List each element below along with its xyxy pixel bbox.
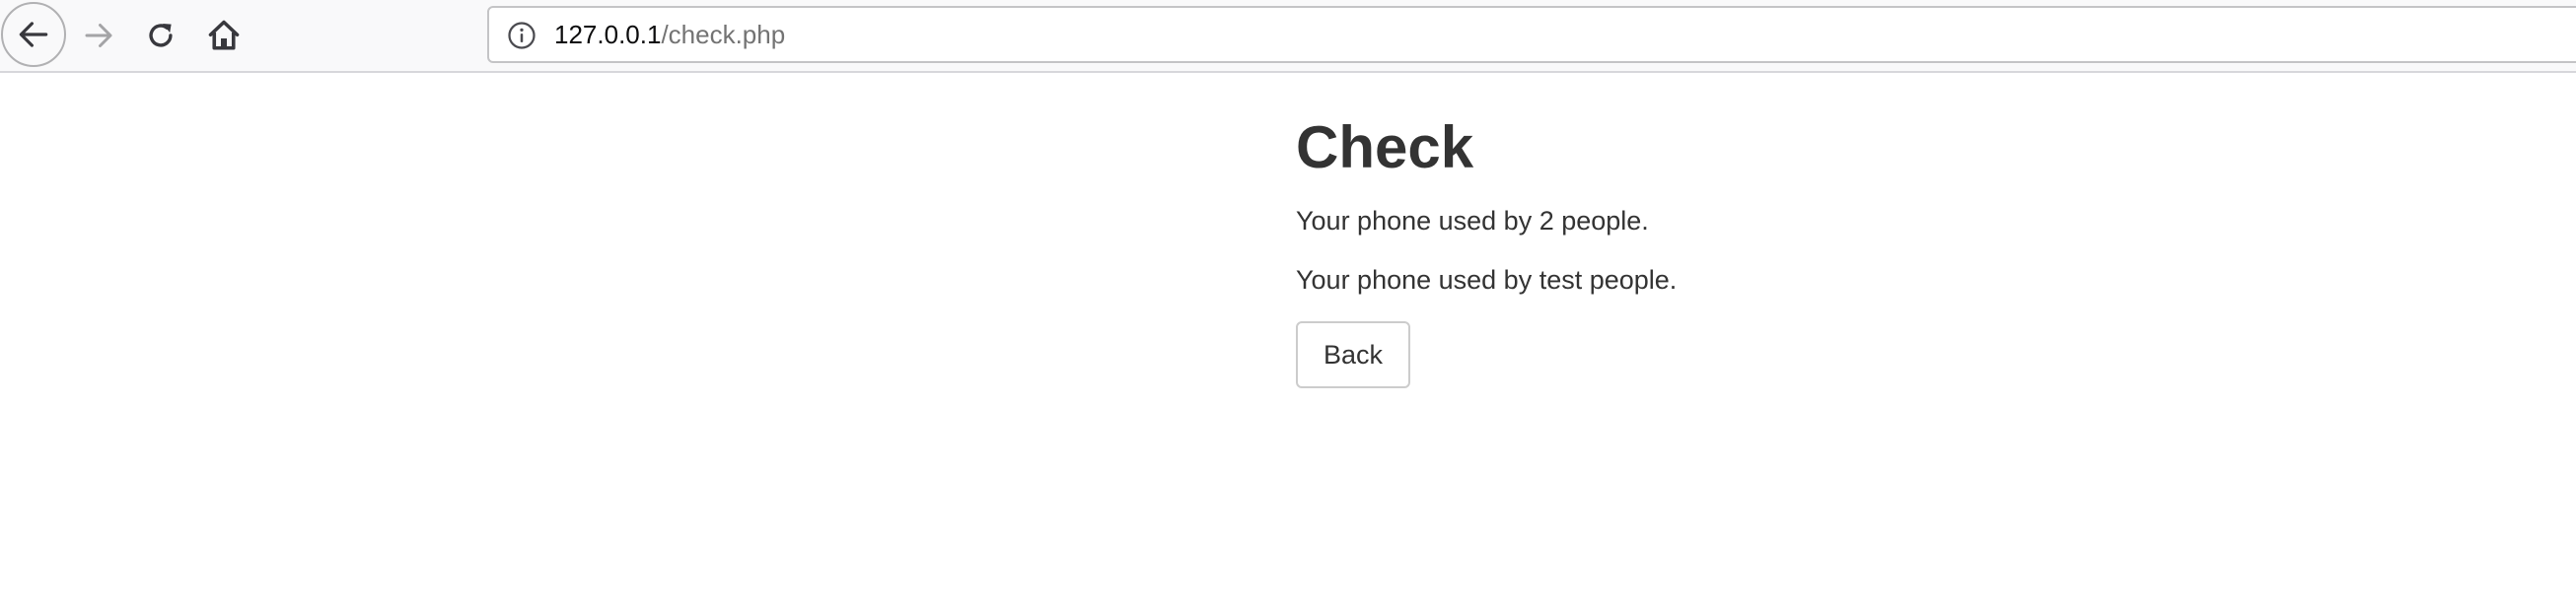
arrow-right-icon	[85, 24, 112, 47]
message-phone-count: Your phone used by 2 people.	[1296, 206, 1649, 236]
back-button[interactable]	[1, 2, 66, 67]
message-phone-users: Your phone used by test people.	[1296, 265, 1678, 295]
url-text[interactable]: 127.0.0.1/check.php	[554, 8, 785, 61]
info-icon[interactable]	[507, 21, 537, 50]
forward-button[interactable]	[67, 4, 130, 67]
url-path: /check.php	[661, 20, 786, 49]
reload-button[interactable]	[129, 4, 192, 67]
url-host: 127.0.0.1	[554, 20, 662, 49]
page-content: Check Your phone used by 2 people. Your …	[1296, 110, 2183, 388]
home-button[interactable]	[192, 4, 255, 67]
browser-toolbar: 127.0.0.1/check.php	[0, 0, 2576, 73]
arrow-left-icon	[19, 22, 48, 47]
back-link-button[interactable]: Back	[1296, 321, 1410, 388]
page-title: Check	[1296, 114, 1474, 180]
address-bar[interactable]: 127.0.0.1/check.php	[487, 6, 2576, 63]
home-icon	[208, 20, 240, 50]
reload-icon	[149, 23, 173, 47]
